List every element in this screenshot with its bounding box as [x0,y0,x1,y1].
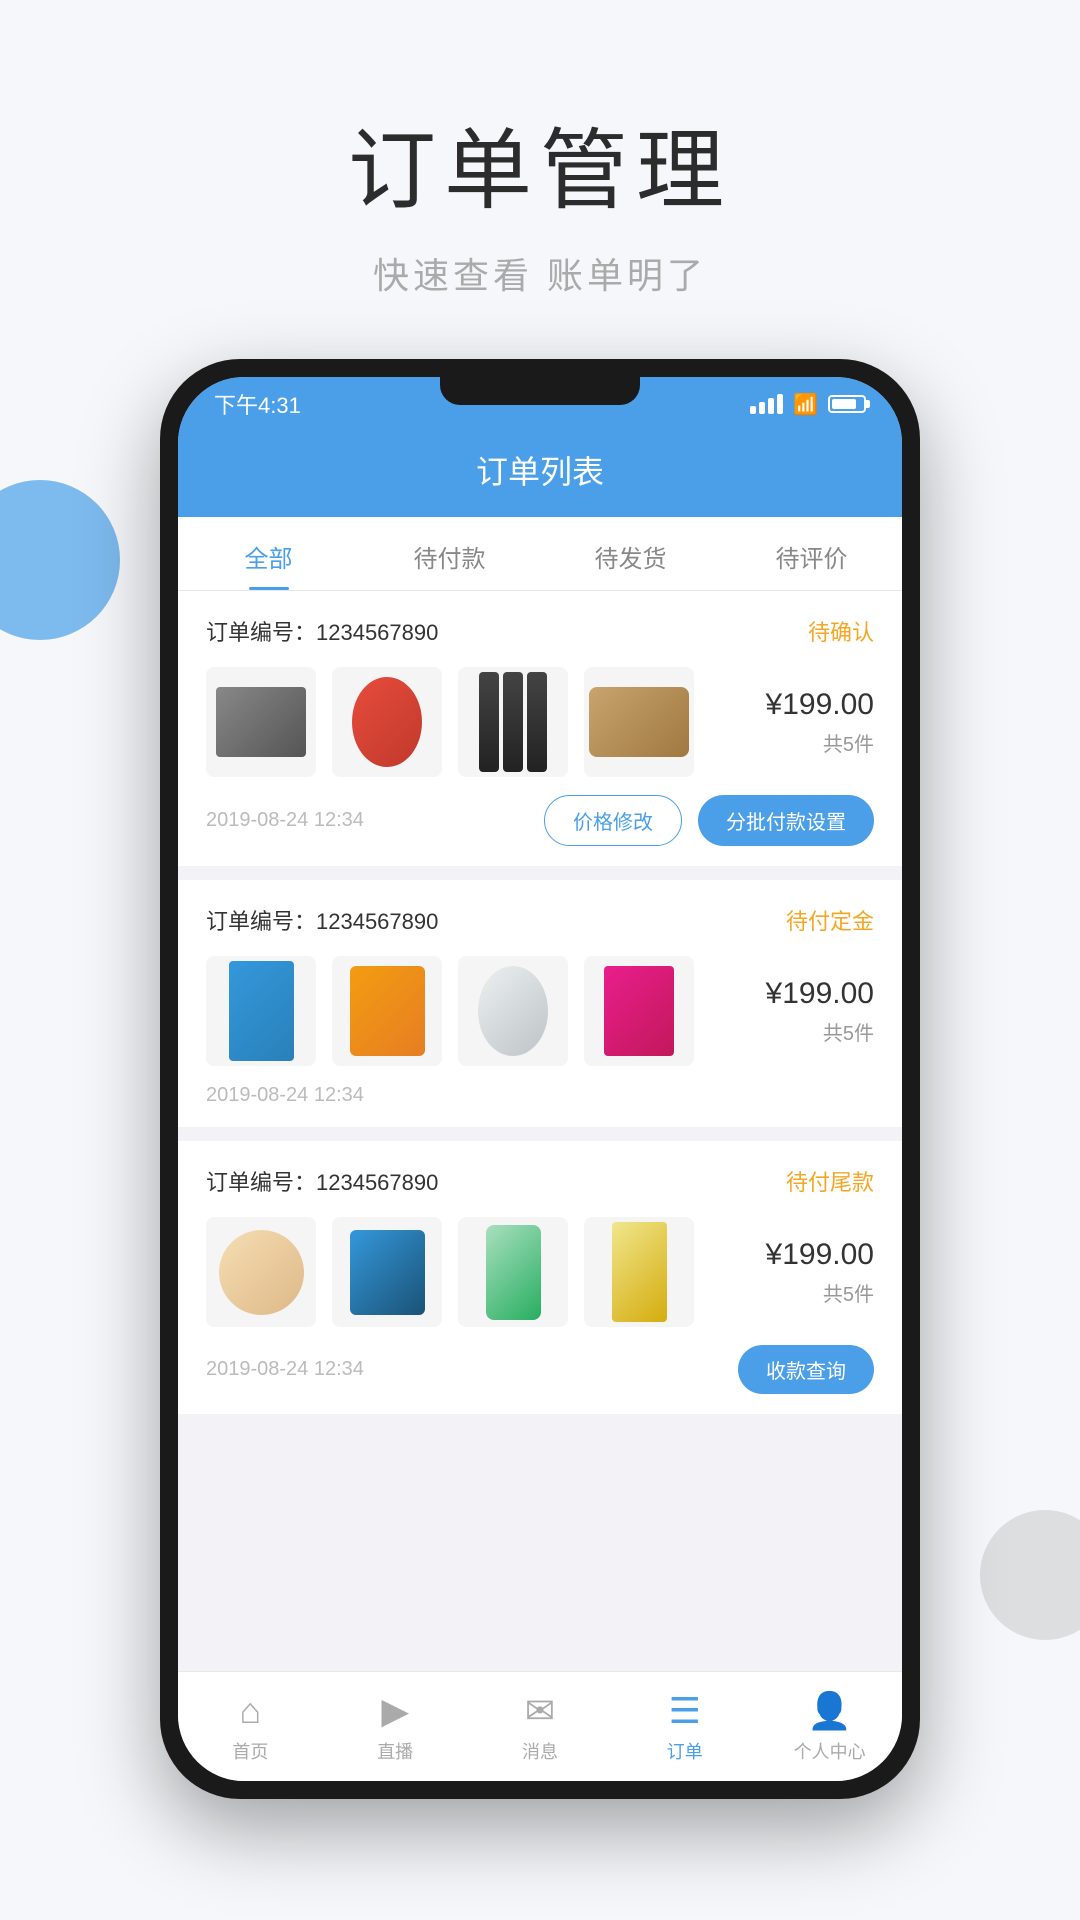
order-card-1: 订单编号：1234567890 待确认 [178,591,902,866]
order-price-2: ¥199.00 [766,977,874,1011]
order-date-1: 2019-08-24 12:34 [206,809,364,832]
page-header: 订单管理 快速查看 账单明了 [0,0,1080,359]
product-img-box [584,1217,694,1327]
product-serum-img [612,1222,667,1322]
order-date-3: 2019-08-24 12:34 [206,1358,364,1381]
collect-query-button[interactable]: 收款查询 [738,1345,874,1394]
product-printer-img [216,687,306,757]
order-footer-1: 2019-08-24 12:34 价格修改 分批付款设置 [206,795,874,846]
message-icon: ✉ [525,1690,555,1732]
order-status-2: 待付定金 [786,904,874,936]
product-img-box [206,956,316,1066]
product-sofa-img [589,687,689,757]
tabs-bar: 全部 待付款 待发货 待评价 [178,517,902,591]
order-header-2: 订单编号：1234567890 待付定金 [206,904,874,936]
product-lantern-img [352,677,422,767]
phone-notch [440,377,640,405]
tab-pending-review[interactable]: 待评价 [721,517,902,590]
product-img-box [584,956,694,1066]
phone-inner: 下午4:31 📶 订单列表 [178,377,902,1781]
order-icon: ☰ [669,1690,701,1732]
product-cream-img [478,966,548,1056]
product-img-box [332,667,442,777]
product-img-box [458,956,568,1066]
order-number-1: 订单编号：1234567890 [206,615,438,647]
signal-icon [750,394,783,414]
wifi-icon: 📶 [793,392,818,417]
price-modify-button[interactable]: 价格修改 [544,795,682,846]
product-img-box [332,1217,442,1327]
order-status-1: 待确认 [808,615,874,647]
order-count-2: 共5件 [766,1017,874,1046]
order-card-2: 订单编号：1234567890 待付定金 [178,880,902,1127]
battery-icon [828,395,866,413]
order-footer-3: 2019-08-24 12:34 收款查询 [206,1345,874,1394]
status-icons: 📶 [750,392,866,417]
status-time: 下午4:31 [214,388,301,420]
page-title: 订单管理 [0,100,1080,227]
order-products-1: ¥199.00 共5件 [206,667,874,777]
tab-all[interactable]: 全部 [178,517,359,590]
order-date-2: 2019-08-24 12:34 [206,1084,364,1107]
nav-message-label: 消息 [522,1738,558,1764]
nav-order[interactable]: ☰ 订单 [612,1672,757,1781]
order-header-3: 订单编号：1234567890 待付尾款 [206,1165,874,1197]
batch-payment-button[interactable]: 分批付款设置 [698,795,874,846]
nav-profile-label: 个人中心 [794,1738,866,1764]
product-cookies-img [219,1230,304,1315]
product-sauce-img [350,966,425,1056]
order-price-area-2: ¥199.00 共5件 [766,977,874,1046]
order-header-1: 订单编号：1234567890 待确认 [206,615,874,647]
page-subtitle: 快速查看 账单明了 [0,247,1080,299]
nav-order-label: 订单 [667,1738,703,1764]
phone-shell: 下午4:31 📶 订单列表 [160,359,920,1799]
order-footer-2: 2019-08-24 12:34 [206,1084,874,1107]
home-icon: ⌂ [240,1690,262,1732]
order-price-area-3: ¥199.00 共5件 [766,1238,874,1307]
product-rods-img [479,672,499,772]
tab-pending-payment[interactable]: 待付款 [359,517,540,590]
order-count-3: 共5件 [766,1278,874,1307]
product-bluebox-img [350,1230,425,1315]
bottom-nav: ⌂ 首页 ▶ 直播 ✉ 消息 ☰ 订单 👤 个人中心 [178,1671,902,1781]
product-img-box [206,667,316,777]
profile-icon: 👤 [807,1690,852,1732]
product-img-box [458,1217,568,1327]
nav-home-label: 首页 [232,1738,268,1764]
product-img-box [206,1217,316,1327]
order-status-3: 待付尾款 [786,1165,874,1197]
order-price-area-1: ¥199.00 共5件 [766,688,874,757]
nav-home[interactable]: ⌂ 首页 [178,1672,323,1781]
nav-live-label: 直播 [377,1738,413,1764]
nav-profile[interactable]: 👤 个人中心 [757,1672,902,1781]
product-lotion-img [486,1225,541,1320]
orders-content: 订单编号：1234567890 待确认 [178,591,902,1671]
tab-pending-ship[interactable]: 待发货 [540,517,721,590]
product-img-box [458,667,568,777]
product-rods-img-3 [527,672,547,772]
live-icon: ▶ [381,1690,409,1732]
order-products-2: ¥199.00 共5件 [206,956,874,1066]
app-header: 订单列表 [178,431,902,517]
order-products-3: ¥199.00 共5件 [206,1217,874,1327]
order-actions-1: 价格修改 分批付款设置 [544,795,874,846]
product-img-box [332,956,442,1066]
product-rods-img-2 [503,672,523,772]
product-med-img [604,966,674,1056]
order-price-1: ¥199.00 [766,688,874,722]
order-number-3: 订单编号：1234567890 [206,1165,438,1197]
nav-message[interactable]: ✉ 消息 [468,1672,613,1781]
order-count-1: 共5件 [766,728,874,757]
app-header-title: 订单列表 [178,447,902,493]
product-img-box [584,667,694,777]
phone-wrapper: 下午4:31 📶 订单列表 [0,359,1080,1799]
order-number-2: 订单编号：1234567890 [206,904,438,936]
product-snack-img [229,961,294,1061]
nav-live[interactable]: ▶ 直播 [323,1672,468,1781]
order-card-3: 订单编号：1234567890 待付尾款 [178,1141,902,1414]
order-price-3: ¥199.00 [766,1238,874,1272]
